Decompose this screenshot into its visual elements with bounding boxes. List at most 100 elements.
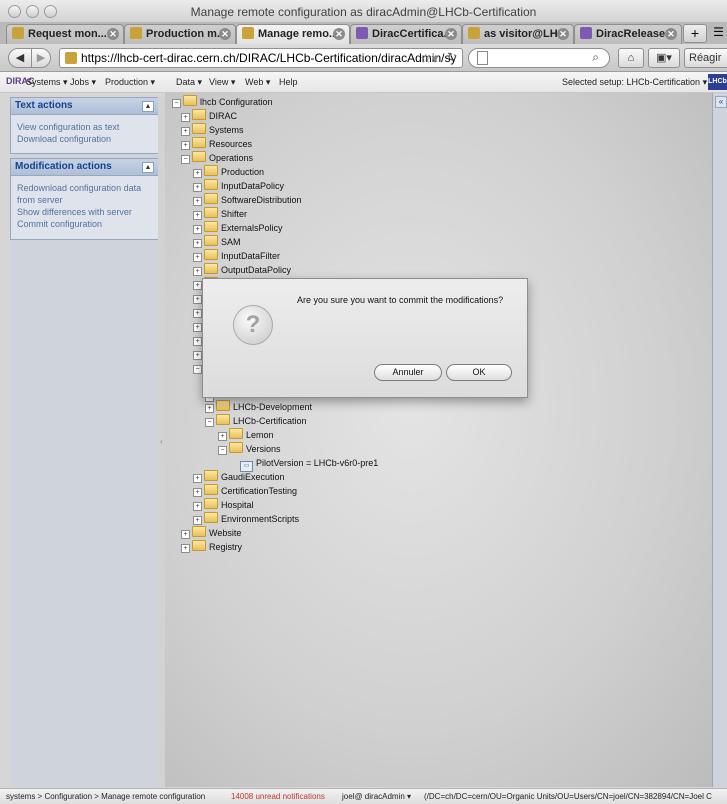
ok-button[interactable]: OK	[446, 364, 512, 381]
tree-node-hospital[interactable]: + Hospital	[193, 498, 254, 512]
tree-node-dirac[interactable]: + DIRAC	[181, 109, 237, 123]
expand-icon[interactable]: +	[193, 502, 202, 511]
tab-list-icon[interactable]: ☰	[710, 24, 727, 41]
expand-icon[interactable]: +	[193, 253, 202, 262]
menu-help[interactable]: Help	[279, 77, 298, 87]
menu-view[interactable]: View ▾	[209, 77, 235, 88]
tree-node-lhcb-certification[interactable]: − LHCb-Certification	[205, 414, 307, 428]
notifications-link[interactable]: 14008 unread notifications	[231, 789, 325, 804]
setup-selector[interactable]: Selected setup: LHCb-Certification ▾	[562, 77, 707, 88]
site-identity-icon[interactable]	[65, 52, 77, 64]
forward-button[interactable]: ▶	[31, 48, 51, 68]
commit-config-link[interactable]: Commit configuration	[11, 218, 159, 230]
tree-node-lhcb-configuration[interactable]: − lhcb Configuration	[172, 95, 273, 109]
tree-node-pilotversion[interactable]: ▭ PilotVersion = LHCb-v6r0-pre1	[240, 456, 378, 472]
expand-icon[interactable]: +	[193, 239, 202, 248]
tab-request-monitor[interactable]: Request mon... ✕	[6, 24, 124, 44]
tree-node-resources[interactable]: + Resources	[181, 137, 252, 151]
expand-icon[interactable]: +	[181, 141, 190, 150]
tree-node-inputdatafilter[interactable]: + InputDataFilter	[193, 249, 280, 263]
tab-close-icon[interactable]: ✕	[557, 28, 569, 40]
expand-icon[interactable]: +	[205, 404, 214, 413]
tree-node-versions[interactable]: − Versions	[218, 442, 281, 456]
redownload-config-link-cont[interactable]: from server	[11, 194, 159, 206]
tree-node-outputdatapolicy[interactable]: + OutputDataPolicy	[193, 263, 291, 277]
cancel-button[interactable]: Annuler	[374, 364, 442, 381]
tree-node-gaudiexecution[interactable]: + GaudiExecution	[193, 470, 285, 484]
bookmarks-button[interactable]: ▣▾	[648, 48, 680, 68]
tree-node-systems[interactable]: + Systems	[181, 123, 244, 137]
view-config-text-link[interactable]: View configuration as text	[11, 121, 159, 133]
tab-close-icon[interactable]: ✕	[665, 28, 677, 40]
search-engine-icon[interactable]	[477, 51, 488, 65]
tree-node-lemon[interactable]: + Lemon	[218, 428, 274, 442]
reload-icon[interactable]: ↻	[447, 50, 457, 64]
menu-systems[interactable]: Systems ▾	[26, 77, 68, 88]
collapse-icon[interactable]: −	[172, 99, 181, 108]
bookmark-star-icon[interactable]: ☆▾	[420, 51, 438, 67]
tab-production-monitor[interactable]: Production m... ✕	[124, 24, 236, 44]
expand-icon[interactable]: +	[193, 225, 202, 234]
user-menu[interactable]: joel@ diracAdmin ▾	[342, 789, 411, 804]
tab-close-icon[interactable]: ✕	[219, 28, 231, 40]
expand-icon[interactable]: +	[181, 544, 190, 553]
back-button[interactable]: ◀	[8, 48, 32, 68]
tab-close-icon[interactable]: ✕	[445, 28, 457, 40]
expand-icon[interactable]: +	[193, 197, 202, 206]
menu-jobs[interactable]: Jobs ▾	[70, 77, 96, 88]
menu-web[interactable]: Web ▾	[245, 77, 270, 88]
expand-icon[interactable]: +	[193, 183, 202, 192]
tree-node-softwaredistribution[interactable]: + SoftwareDistribution	[193, 193, 302, 207]
show-differences-link[interactable]: Show differences with server	[11, 206, 159, 218]
expand-icon[interactable]: +	[218, 432, 227, 441]
collapse-icon[interactable]: −	[205, 418, 214, 427]
tree-node-certificationtesting[interactable]: + CertificationTesting	[193, 484, 297, 498]
redownload-config-link[interactable]: Redownload configuration data	[11, 182, 159, 194]
home-button[interactable]: ⌂	[618, 48, 644, 68]
tree-node-sam[interactable]: + SAM	[193, 235, 241, 249]
search-box[interactable]: ⌕	[468, 48, 610, 68]
expand-icon[interactable]: +	[193, 323, 202, 332]
expand-icon[interactable]: +	[193, 474, 202, 483]
collapse-icon[interactable]: ▲	[142, 101, 154, 112]
expand-icon[interactable]: +	[181, 113, 190, 122]
expand-icon[interactable]: +	[181, 530, 190, 539]
expand-icon[interactable]: +	[193, 351, 202, 360]
tree-node-operations[interactable]: − Operations	[181, 151, 253, 165]
expand-icon[interactable]: +	[193, 169, 202, 178]
collapse-icon[interactable]: −	[218, 446, 227, 455]
reagir-button[interactable]: Réagir	[684, 48, 727, 68]
tree-node-registry[interactable]: + Registry	[181, 540, 242, 554]
tab-visitor[interactable]: as visitor@LH... ✕	[462, 24, 574, 44]
expand-icon[interactable]: +	[193, 516, 202, 525]
splitter-grip-icon[interactable]: ‹	[160, 437, 163, 446]
tab-close-icon[interactable]: ✕	[107, 28, 119, 40]
expand-icon[interactable]: +	[193, 337, 202, 346]
expand-icon[interactable]: +	[181, 127, 190, 136]
download-config-link[interactable]: Download configuration	[11, 133, 159, 145]
tree-node-production[interactable]: + Production	[193, 165, 264, 179]
collapse-icon[interactable]: −	[193, 365, 202, 374]
collapse-icon[interactable]: ▲	[142, 162, 154, 173]
tree-node-environmentscripts[interactable]: + EnvironmentScripts	[193, 512, 299, 526]
tab-close-icon[interactable]: ✕	[333, 28, 345, 40]
expand-panel-icon[interactable]: «	[715, 96, 727, 108]
panel-splitter[interactable]: ‹	[158, 97, 165, 787]
tab-dirac-release[interactable]: DiracRelease... ✕	[574, 24, 682, 44]
expand-icon[interactable]: +	[193, 267, 202, 276]
tree-node-inputdatapolicy[interactable]: + InputDataPolicy	[193, 179, 284, 193]
collapse-icon[interactable]: −	[181, 155, 190, 164]
tree-node-website[interactable]: + Website	[181, 526, 241, 540]
expand-icon[interactable]: +	[193, 295, 202, 304]
expand-icon[interactable]: +	[193, 281, 202, 290]
new-tab-button[interactable]: +	[683, 24, 707, 43]
expand-icon[interactable]: +	[193, 309, 202, 318]
tab-dirac-certification[interactable]: DiracCertifica... ✕	[350, 24, 462, 44]
tab-manage-remote[interactable]: Manage remo... ✕	[236, 24, 350, 44]
search-icon[interactable]: ⌕	[592, 50, 599, 65]
tree-node-lhcb-development[interactable]: + LHCb-Development	[205, 400, 312, 414]
url-bar[interactable]: https://lhcb-cert-dirac.cern.ch/DIRAC/LH…	[59, 48, 463, 68]
tree-node-shifter[interactable]: + Shifter	[193, 207, 247, 221]
expand-icon[interactable]: +	[193, 488, 202, 497]
tree-node-externalspolicy[interactable]: + ExternalsPolicy	[193, 221, 283, 235]
